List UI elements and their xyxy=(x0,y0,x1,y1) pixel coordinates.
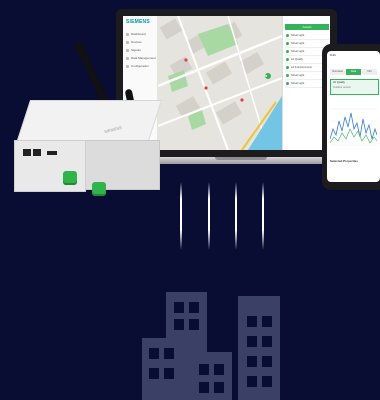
sensor-line-chart xyxy=(330,99,377,151)
status-dot-icon xyxy=(286,65,289,69)
selected-properties-label: Selected Properties xyxy=(330,159,359,163)
usb-port-icon[interactable] xyxy=(47,151,57,155)
signal-line xyxy=(235,182,237,250)
dashboard-icon xyxy=(126,32,129,36)
building xyxy=(238,296,280,400)
map-drawing xyxy=(157,16,283,150)
tab-overview[interactable]: Overview xyxy=(330,69,345,75)
green-connector-icon[interactable] xyxy=(63,171,77,185)
status-dot-icon xyxy=(286,33,289,37)
devices-icon xyxy=(126,40,129,44)
gateway-front xyxy=(14,140,86,192)
status-dot-icon xyxy=(286,73,289,77)
panel-row[interactable]: Street Light xyxy=(285,41,329,48)
status-dot-icon xyxy=(286,41,289,45)
city-map[interactable]: ● xyxy=(157,16,283,150)
panel-row[interactable]: Street Light xyxy=(285,33,329,40)
ethernet-port-icon[interactable] xyxy=(33,149,41,156)
data-icon xyxy=(126,56,129,60)
status-dot-icon xyxy=(286,49,289,53)
tab-data[interactable]: Data xyxy=(346,69,361,75)
panel-title: Assets xyxy=(285,24,329,30)
nav-item-data-management[interactable]: Data Management xyxy=(126,56,156,60)
card-subtitle: Outdoor sensor xyxy=(333,86,351,89)
nav-item-signals[interactable]: Signals xyxy=(126,48,141,52)
signal-line xyxy=(262,182,264,250)
ethernet-port-icon[interactable] xyxy=(23,149,31,156)
status-dot-icon xyxy=(286,57,289,61)
brand-logo: SIEMENS xyxy=(126,19,150,25)
phone-notch xyxy=(343,47,365,51)
phone-status-time: 9:41 xyxy=(330,53,336,57)
tab-info[interactable]: Info xyxy=(362,69,377,75)
nav-item-devices[interactable]: Devices xyxy=(126,40,142,44)
signal-line xyxy=(180,182,182,250)
laptop-display: SIEMENS Dashboard Devices Signals Data M… xyxy=(123,16,330,150)
map-marker-icon[interactable]: ● xyxy=(265,73,267,78)
gear-icon xyxy=(126,64,129,68)
nav-item-configuration[interactable]: Configuration xyxy=(126,64,149,68)
building xyxy=(142,338,182,400)
sensor-card[interactable]: Air Quality Outdoor sensor xyxy=(330,79,379,95)
laptop-hinge xyxy=(215,157,267,160)
nav-item-dashboard[interactable]: Dashboard xyxy=(126,32,146,36)
signal-line xyxy=(208,182,210,250)
status-dot-icon xyxy=(286,81,289,85)
building xyxy=(192,352,232,400)
signals-icon xyxy=(126,48,129,52)
phone-screen: 9:41 Overview Data Info Air Quality Outd… xyxy=(327,51,380,182)
card-title: Air Quality xyxy=(333,81,345,84)
green-connector-icon[interactable] xyxy=(92,182,106,196)
